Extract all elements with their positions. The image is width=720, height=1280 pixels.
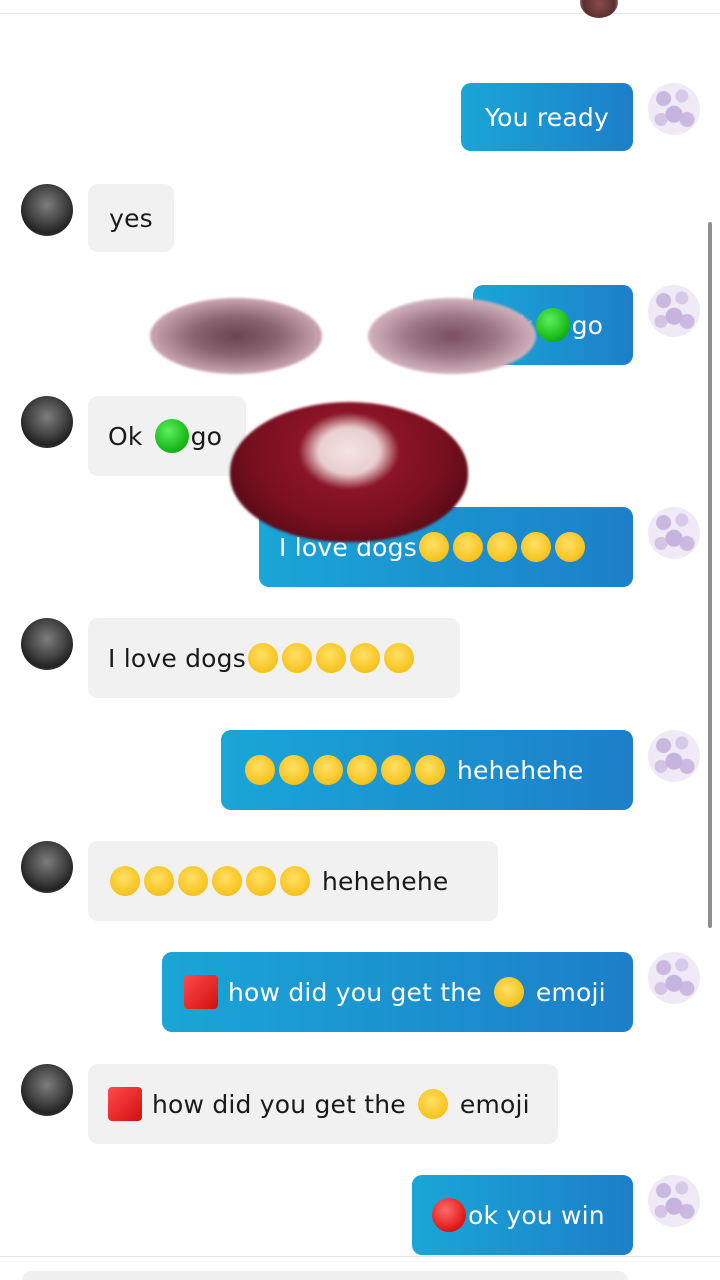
my-avatar [648,1175,700,1227]
green-circle-icon [154,419,189,453]
message-text: how did you get the [228,977,482,1007]
message-bubble[interactable]: yes [88,184,174,252]
tired-face-icon [493,977,524,1007]
woozy-face-icon [178,866,208,896]
message-input[interactable] [22,1271,628,1280]
contact-avatar[interactable] [21,841,73,893]
message-text: go [571,310,604,340]
message-bubble[interactable]: I love dogs [88,618,460,698]
woozy-face-icon [347,755,377,785]
incoming-message[interactable]: hehehehe [88,841,498,921]
contact-avatar[interactable] [21,184,73,236]
green-circle-icon [535,308,570,342]
contact-avatar[interactable] [21,1064,73,1116]
crying-face-icon [110,866,140,896]
my-avatar [648,83,700,135]
outgoing-message[interactable]: ok you win [412,1175,633,1255]
red-circle-icon [432,1198,466,1232]
incoming-message[interactable]: I love dogs [88,618,460,698]
scrollbar[interactable] [708,222,712,928]
message-text-end: emoji [459,1089,530,1119]
message-prefix: Ok [108,421,143,451]
face-blowing-kiss-icon [415,755,445,785]
crying-face-icon [245,755,275,785]
message-text: ok you win [468,1200,605,1230]
message-text: You ready [485,102,609,132]
smirking-face-icon [486,532,517,562]
woozy-face-icon [212,866,242,896]
message-text: yes [109,203,153,233]
face-blowing-kiss-icon [280,866,310,896]
outgoing-message[interactable]: how did you get the emoji [162,952,633,1032]
my-avatar [648,952,700,1004]
message-bubble[interactable]: You ready [461,83,633,151]
face-with-steam-icon [383,643,414,673]
message-bubble[interactable]: I love dogs [259,507,633,587]
contact-avatar[interactable] [21,618,73,670]
message-prefix: Ok [499,310,534,340]
my-avatar [648,507,700,559]
face-without-mouth-icon [281,643,312,673]
smirking-face-icon [315,643,346,673]
tired-face-icon [417,1089,448,1119]
compose-bar [0,1256,720,1280]
my-avatar [648,285,700,337]
message-text: I love dogs [108,643,246,673]
message-text: how did you get the [152,1089,406,1119]
message-text: hehehehe [457,755,584,785]
message-bubble[interactable]: ok you win [412,1175,633,1255]
message-thread: You ready yes Ok go Ok go I love dogs I … [0,0,720,1280]
nerd-face-icon [246,866,276,896]
message-text: go [190,421,223,451]
message-text: I love dogs [279,532,417,562]
tired-face-icon [144,866,174,896]
outgoing-message[interactable]: hehehehe [221,730,633,810]
crying-face-icon [349,643,380,673]
message-bubble[interactable]: Ok go [88,396,246,476]
flushed-face-icon [247,643,278,673]
woozy-face-icon [313,755,343,785]
flushed-face-icon [418,532,449,562]
message-text-end: emoji [535,977,606,1007]
outgoing-message[interactable]: You ready [461,83,633,151]
outgoing-message[interactable]: I love dogs [259,507,633,587]
contact-avatar[interactable] [21,396,73,448]
my-avatar [648,730,700,782]
tired-face-icon [279,755,309,785]
message-bubble[interactable]: how did you get the emoji [162,952,633,1032]
outgoing-message[interactable]: Ok go [473,285,633,365]
message-bubble[interactable]: hehehehe [88,841,498,921]
message-bubble[interactable]: hehehehe [221,730,633,810]
face-with-steam-icon [554,532,585,562]
red-square-icon [108,1087,142,1121]
face-without-mouth-icon [452,532,483,562]
crying-face-icon [520,532,551,562]
incoming-message[interactable]: Ok go [88,396,246,476]
incoming-message[interactable]: yes [88,184,174,252]
nerd-face-icon [381,755,411,785]
incoming-message[interactable]: how did you get the emoji [88,1064,558,1144]
message-text: hehehehe [322,866,449,896]
red-square-icon [184,975,218,1009]
message-bubble[interactable]: Ok go [473,285,633,365]
message-bubble[interactable]: how did you get the emoji [88,1064,558,1144]
